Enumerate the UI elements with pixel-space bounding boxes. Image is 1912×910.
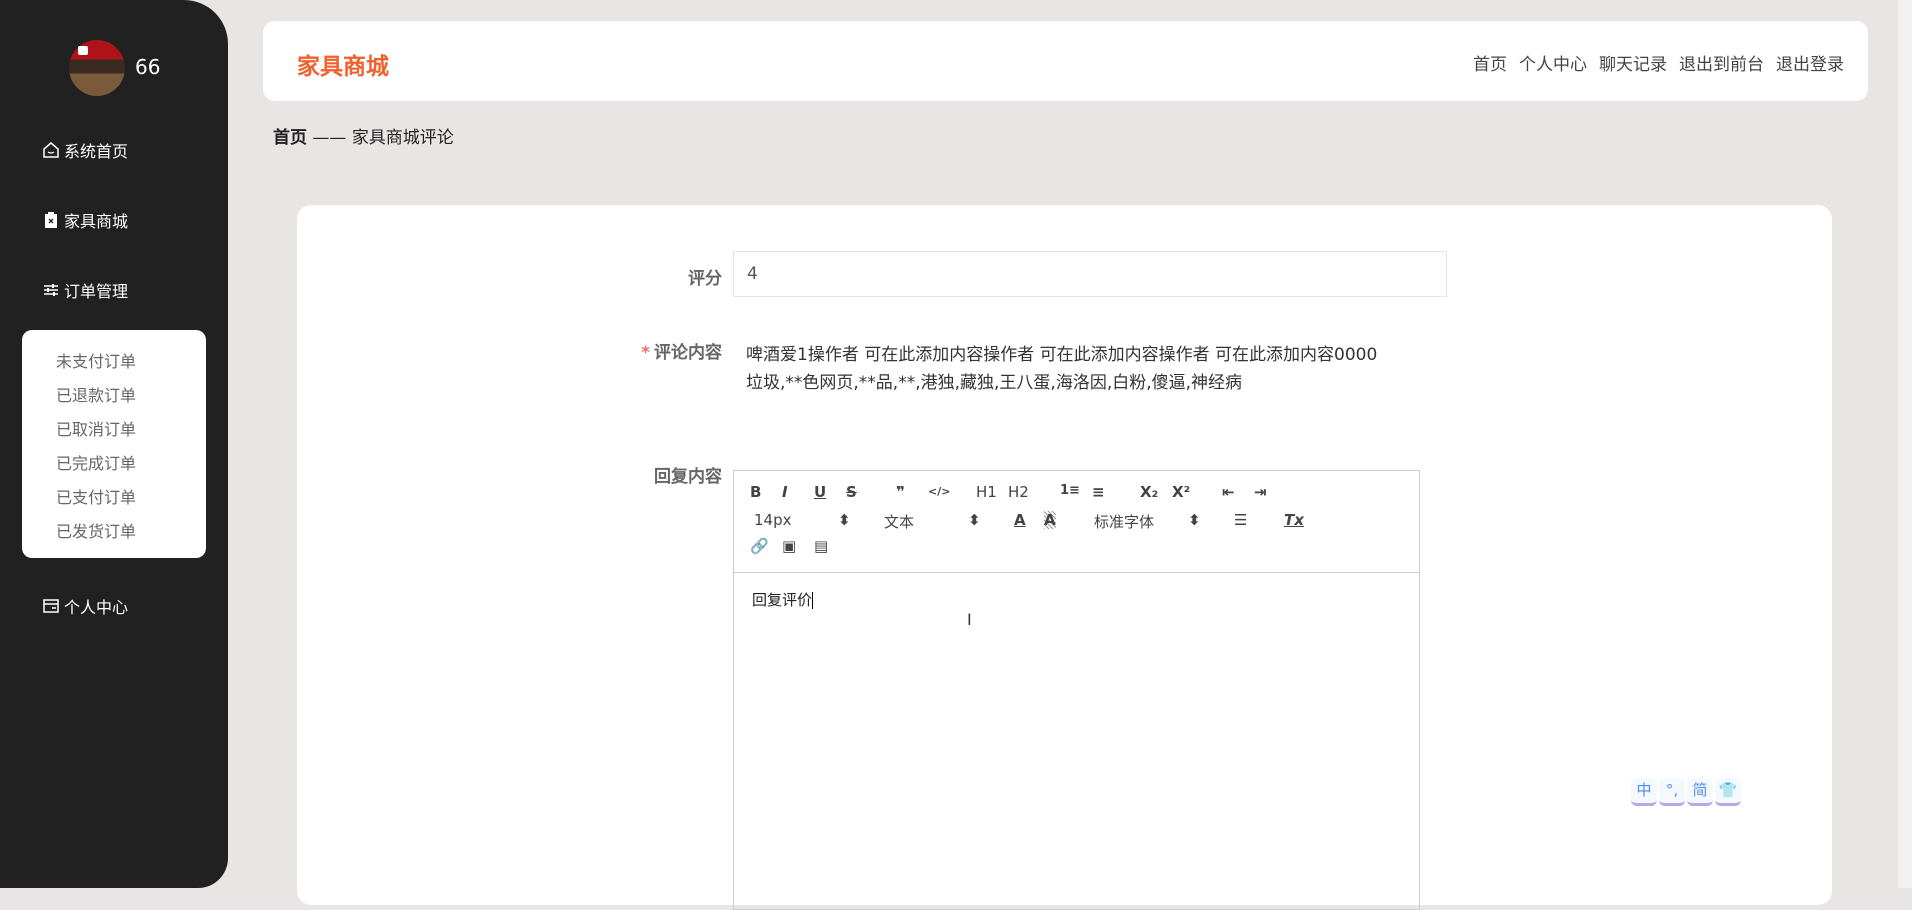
top-nav: 首页 个人中心 聊天记录 退出到前台 退出登录 (1473, 50, 1844, 75)
avatar[interactable] (69, 40, 125, 96)
breadcrumb-home[interactable]: 首页 (273, 128, 307, 148)
header-select[interactable]: 文本 (884, 511, 914, 532)
font-size-select[interactable]: 14px (754, 511, 792, 529)
h1-button[interactable]: H1 (976, 483, 997, 501)
ime-skin-button[interactable]: 👕 (1715, 778, 1741, 806)
submenu-item[interactable]: 已支付订单 (56, 484, 136, 508)
order-submenu: 未支付订单 已退款订单 已取消订单 已完成订单 已支付订单 已发货订单 (22, 330, 206, 558)
video-icon[interactable]: ▤ (814, 537, 828, 555)
home-icon (43, 142, 59, 158)
breadcrumb: 首页 —— 家具商城评论 (273, 123, 454, 148)
indent-button[interactable]: ⇥ (1254, 483, 1267, 501)
score-input[interactable]: 4 (733, 251, 1447, 297)
submenu-item[interactable]: 已发货订单 (56, 518, 136, 542)
sidebar-item-label: 家具商城 (64, 212, 129, 231)
superscript-button[interactable]: X² (1172, 483, 1190, 501)
reply-label: 回复内容 (654, 467, 722, 487)
blockquote-button[interactable]: ❞ (896, 483, 905, 501)
ime-punct-button[interactable]: °, (1659, 778, 1685, 806)
chevron-updown-icon: ⬍ (838, 511, 851, 529)
font-color-icon[interactable]: A (1014, 511, 1026, 529)
chevron-updown-icon: ⬍ (1188, 511, 1201, 529)
scrollbar[interactable] (1898, 0, 1912, 888)
text-cursor-icon: I (967, 610, 972, 629)
code-button[interactable]: </> (928, 485, 950, 498)
reply-text: 回复评价 (752, 591, 813, 609)
editor-toolbar: B I U S ❞ </> H1 H2 1≡ ≡ X₂ X² ⇤ ⇥ 14px … (734, 471, 1419, 573)
nav-logout[interactable]: 退出登录 (1776, 50, 1844, 75)
h2-button[interactable]: H2 (1008, 483, 1029, 501)
bullet-list-button[interactable]: ≡ (1092, 483, 1105, 501)
align-icon[interactable]: ☰ (1234, 511, 1247, 529)
form-card: 评分 4 * 评论内容 啤酒爱1操作者 可在此添加内容操作者 可在此添加内容操作者… (297, 205, 1832, 910)
background-color-icon[interactable]: A (1044, 511, 1056, 529)
bold-button[interactable]: B (750, 483, 761, 501)
text-caret (812, 592, 814, 609)
breadcrumb-sep: —— (312, 128, 347, 148)
submenu-item[interactable]: 已取消订单 (56, 416, 136, 440)
italic-button[interactable]: I (782, 483, 788, 501)
nav-chat[interactable]: 聊天记录 (1599, 50, 1667, 75)
underline-button[interactable]: U (814, 483, 826, 501)
comment-line: 啤酒爱1操作者 可在此添加内容操作者 可在此添加内容操作者 可在此添加内容000… (746, 345, 1378, 365)
score-label: 评分 (688, 269, 722, 289)
nav-profile[interactable]: 个人中心 (1519, 50, 1587, 75)
clean-format-button[interactable]: Tx (1284, 511, 1304, 529)
breadcrumb-current: 家具商城评论 (351, 128, 454, 148)
rich-text-editor: B I U S ❞ </> H1 H2 1≡ ≡ X₂ X² ⇤ ⇥ 14px … (733, 470, 1420, 910)
submenu-item[interactable]: 未支付订单 (56, 348, 136, 372)
sidebar-item-home[interactable]: 系统首页 (42, 138, 128, 162)
card-icon (43, 599, 59, 613)
link-icon[interactable]: 🔗 (750, 537, 769, 555)
image-icon[interactable]: ▣ (782, 537, 796, 555)
comment-label: * 评论内容 (641, 338, 722, 363)
sidebar-item-profile[interactable]: 个人中心 (42, 594, 128, 618)
sidebar-item-mall[interactable]: 家具商城 (42, 208, 128, 232)
ordered-list-button[interactable]: 1≡ (1060, 483, 1080, 498)
submenu-item[interactable]: 已退款订单 (56, 382, 136, 406)
ime-chinese-button[interactable]: 中 (1631, 778, 1657, 806)
strike-button[interactable]: S (846, 483, 857, 501)
ime-simplified-button[interactable]: 简 (1687, 778, 1713, 806)
ime-toolbar: 中 °, 简 👕 (1631, 778, 1741, 806)
sidebar: 66 系统首页 家具商城 订单管理 未支付订单 已退款订单 已取消订单 已完成订… (0, 0, 228, 888)
chevron-updown-icon: ⬍ (968, 511, 981, 529)
required-mark: * (641, 343, 650, 363)
top-header: 家具商城 首页 个人中心 聊天记录 退出到前台 退出登录 (263, 21, 1868, 101)
sidebar-item-label: 个人中心 (64, 598, 129, 617)
app-title: 家具商城 (297, 54, 389, 80)
subscript-button[interactable]: X₂ (1140, 483, 1158, 501)
comment-label-text: 评论内容 (654, 343, 722, 363)
sliders-icon (44, 284, 58, 296)
username: 66 (135, 55, 161, 79)
sidebar-item-orders[interactable]: 订单管理 (42, 278, 128, 302)
sidebar-item-label: 订单管理 (64, 282, 129, 301)
sidebar-item-label: 系统首页 (64, 142, 129, 161)
editor-content[interactable]: 回复评价 (752, 589, 814, 610)
comment-content: 啤酒爱1操作者 可在此添加内容操作者 可在此添加内容操作者 可在此添加内容000… (746, 341, 1466, 397)
comment-line: 垃圾,**色网页,**品,**,港独,藏独,王八蛋,海洛因,白粉,傻逼,神经病 (746, 373, 1243, 393)
nav-frontend[interactable]: 退出到前台 (1679, 50, 1764, 75)
font-family-select[interactable]: 标准字体 (1094, 511, 1154, 532)
clipboard-icon (45, 212, 57, 228)
nav-home[interactable]: 首页 (1473, 50, 1507, 75)
submenu-item[interactable]: 已完成订单 (56, 450, 136, 474)
outdent-button[interactable]: ⇤ (1222, 483, 1235, 501)
